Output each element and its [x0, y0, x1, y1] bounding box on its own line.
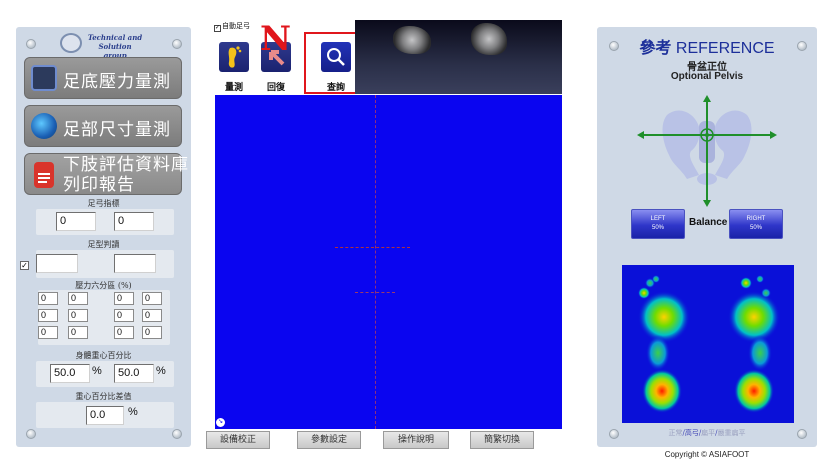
right-foot-scan-image	[471, 23, 507, 55]
foot-size-measure-button[interactable]: 足部尺寸量測	[24, 105, 182, 147]
database-label: 下肢評估資料庫	[63, 155, 189, 174]
auto-arch-checkbox-box[interactable]: ✓	[214, 25, 221, 32]
body-cog-group: 50.0 % 50.0 %	[36, 361, 174, 387]
screw-icon	[172, 429, 182, 439]
pressure-left-zone-4[interactable]: 0	[68, 309, 88, 322]
document-icon	[34, 162, 54, 188]
pressure-right-zone-3[interactable]: 0	[114, 309, 134, 322]
balance-right-button[interactable]: RIGHT 50%	[729, 209, 783, 239]
resize-handle-icon[interactable]: ↘	[216, 418, 225, 427]
logo-text: Technical and Solution group	[87, 33, 143, 60]
left-foot-scan-image	[393, 26, 431, 54]
cog-diff-field[interactable]: 0.0	[86, 406, 124, 425]
body-cog-left-unit: %	[92, 365, 102, 377]
balance-left-label: LEFT	[650, 216, 666, 222]
cog-diff-group: 0.0 %	[36, 402, 174, 428]
balance-left-button[interactable]: LEFT 50%	[631, 209, 685, 239]
legend-normal: 正常	[668, 429, 683, 437]
reference-pressure-heatmap	[622, 265, 794, 423]
center-line-vertical	[375, 95, 376, 429]
body-cog-left-field[interactable]: 50.0	[50, 364, 90, 383]
logo-mark-icon	[60, 33, 82, 53]
legend-high-arch: 高弓	[684, 429, 699, 437]
trad-simp-switch-button[interactable]: 簡繁切換	[470, 431, 534, 449]
foot-pressure-icon	[31, 65, 57, 91]
balance-right-value: 50%	[749, 225, 762, 231]
screw-icon	[26, 429, 36, 439]
3d-scan-viewer[interactable]	[355, 20, 562, 94]
pressure-right-zone-6[interactable]: 0	[142, 326, 162, 339]
bottom-button-bar: 設備校正 參數設定 操作說明 簡繁切換	[200, 431, 570, 451]
foot-pressure-measure-button[interactable]: 足底壓力量測	[24, 57, 182, 99]
cog-diff-unit: %	[128, 406, 138, 418]
pressure-right-zone-2[interactable]: 0	[142, 292, 162, 305]
auto-arch-checkbox[interactable]: ✓ 自動足弓	[214, 21, 250, 32]
balance-left-value: 50%	[651, 225, 664, 231]
arch-index-group: 0 0	[36, 209, 174, 235]
pelvis-diagram	[637, 95, 777, 207]
foot-type-title: 足型判讀	[87, 240, 120, 249]
body-cog-right-field[interactable]: 50.0	[114, 364, 154, 383]
cog-diff-title: 重心百分比差值	[75, 392, 132, 401]
foot-type-checkbox[interactable]: ✓	[20, 261, 29, 270]
foot-type-left-field[interactable]	[36, 254, 78, 273]
operation-manual-button[interactable]: 操作說明	[383, 431, 449, 449]
measure-button[interactable]: 量測	[216, 38, 252, 93]
arch-index-right-field[interactable]: 0	[114, 212, 154, 231]
center-line-horizontal	[335, 247, 410, 248]
app-window: Technical and Solution group 足底壓力量測 足部尺寸…	[0, 0, 821, 463]
balance-right-label: RIGHT	[746, 216, 766, 222]
reference-title-cn: 參考	[639, 38, 672, 57]
auto-arch-checkbox-label: 自動足弓	[222, 23, 250, 30]
body-cog-title: 身體重心百分比	[75, 351, 132, 360]
device-calibration-button[interactable]: 設備校正	[206, 431, 270, 449]
pressure-six-group: 0 0 0 0 0 0 0 0 0 0 0 0	[38, 290, 170, 345]
pressure-left-zone-1[interactable]: 0	[38, 292, 58, 305]
screw-icon	[172, 39, 182, 49]
pelvis-icon	[637, 95, 777, 207]
pressure-left-zone-2[interactable]: 0	[68, 292, 88, 305]
legend-flat: 扁平	[701, 429, 716, 437]
database-report-label: 下肢評估資料庫 列印報告	[63, 155, 189, 195]
pressure-left-zone-3[interactable]: 0	[38, 309, 58, 322]
pressure-left-zone-6[interactable]: 0	[68, 326, 88, 339]
balance-label: Balance	[689, 217, 728, 228]
company-logo: Technical and Solution group	[60, 31, 146, 60]
reference-panel: 參考 REFERENCE 骨盆正位 Optional Pelvis LEFT 5…	[597, 27, 817, 447]
foot-type-group: ✓	[20, 250, 174, 278]
body-cog-right-unit: %	[156, 365, 166, 377]
globe-icon	[31, 113, 57, 139]
foot-type-legend: 正常/高弓/扁平/嚴重扁平	[597, 428, 817, 438]
foot-pressure-measure-label: 足底壓力量測	[63, 72, 171, 91]
undo-label: 回復	[266, 83, 285, 93]
pressure-right-zone-5[interactable]: 0	[114, 326, 134, 339]
reference-title: 參考 REFERENCE	[597, 34, 817, 58]
arch-index-title: 足弓指標	[87, 199, 120, 208]
print-report-label: 列印報告	[63, 175, 135, 194]
foot-size-measure-label: 足部尺寸量測	[63, 120, 171, 139]
foot-pressure-heatmap-image	[638, 275, 780, 413]
database-report-button[interactable]: 下肢評估資料庫 列印報告	[24, 153, 188, 195]
screw-icon	[26, 39, 36, 49]
pressure-right-zone-1[interactable]: 0	[114, 292, 134, 305]
foot-icon	[219, 42, 249, 72]
center-line-horizontal	[355, 292, 395, 293]
arch-index-left-field[interactable]: 0	[56, 212, 96, 231]
reference-title-en: REFERENCE	[675, 40, 775, 57]
measurement-canvas[interactable]: ↘	[215, 95, 562, 429]
pressure-left-zone-5[interactable]: 0	[38, 326, 58, 339]
legend-severe-flat: 嚴重扁平	[717, 429, 746, 437]
pressure-right-zone-4[interactable]: 0	[142, 309, 162, 322]
pelvis-subtitle-en: Optional Pelvis	[670, 71, 744, 82]
overlay-letter-mark: N	[260, 19, 292, 59]
foot-type-right-field[interactable]	[114, 254, 156, 273]
copyright-text: Copyright © ASIAFOOT	[664, 450, 750, 459]
parameter-settings-button[interactable]: 參數設定	[297, 431, 361, 449]
left-panel: Technical and Solution group 足底壓力量測 足部尺寸…	[16, 27, 191, 447]
measure-label: 量測	[224, 83, 243, 93]
